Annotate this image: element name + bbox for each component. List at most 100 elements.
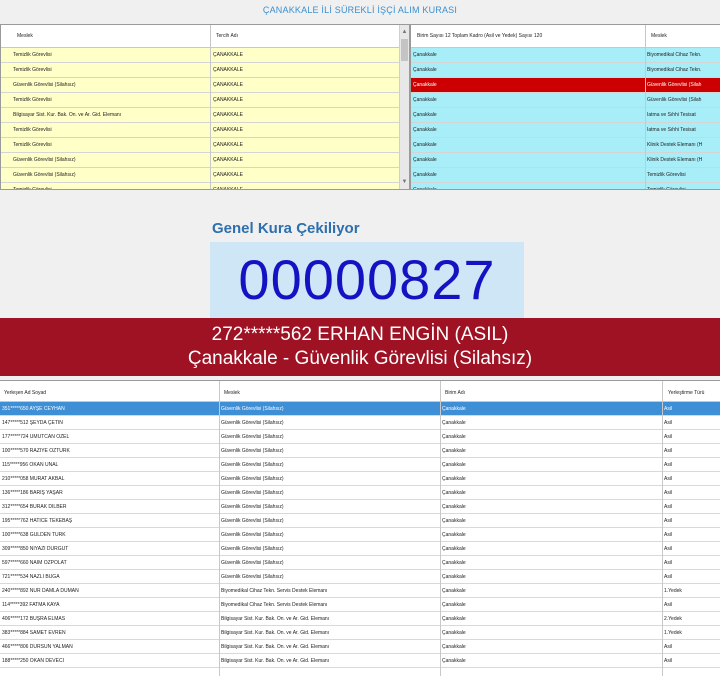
- results-grid-row[interactable]: 240*****892 NUR DAMLA DUMAN Biyomedikal C…: [0, 584, 720, 598]
- left-grid-row[interactable]: Temizlik Görevlisi ÇANAKKALE: [1, 63, 409, 78]
- right-grid-row[interactable]: Çanakkale Iatma ve Sıhhi Tesisat: [411, 123, 720, 138]
- results-grid-row[interactable]: 115*****956 OKAN ÜNAL Güvenlik Görevlisi …: [0, 458, 720, 472]
- results-grid-cell: 100*****638 GÜLDEN TÜRK: [2, 532, 66, 538]
- results-grid-row[interactable]: 721*****534 NAZLI BUĞA Güvenlik Görevlisi…: [0, 570, 720, 584]
- results-grid-row[interactable]: 136*****186 BARIŞ YAŞAR Güvenlik Görevlis…: [0, 486, 720, 500]
- right-grid-row[interactable]: Çanakkale Güvenlik Görevlisi (Silah: [411, 93, 720, 108]
- results-header-tur[interactable]: Yerleştirme Türü: [668, 390, 704, 396]
- right-grid-row[interactable]: Çanakkale Temizlik Görevlisi: [411, 168, 720, 183]
- results-grid-row[interactable]: 210*****058 MURAT AKBAL Güvenlik Görevlis…: [0, 472, 720, 486]
- results-grid-cell: 466*****806 DURSUN YALMAN: [2, 644, 73, 650]
- right-grid-row[interactable]: Çanakkale Klinik Destek Elemanı (H: [411, 153, 720, 168]
- results-grid-row[interactable]: 188*****250 OKAN DEVECİ Bilgisayar Sist. …: [0, 654, 720, 668]
- left-grid-row[interactable]: Temizlik Görevlisi ÇANAKKALE: [1, 48, 409, 63]
- results-grid-cell: Çanakkale: [442, 658, 466, 664]
- results-grid-row[interactable]: 466*****806 DURSUN YALMAN Bilgisayar Sist…: [0, 640, 720, 654]
- left-header-meslek[interactable]: Meslek: [17, 33, 33, 39]
- left-grid-cell: Temizlik Görevlisi: [13, 52, 52, 58]
- results-grid-cell: Asil: [664, 462, 673, 468]
- results-grid-row[interactable]: 100*****638 GÜLDEN TÜRK Güvenlik Görevlis…: [0, 528, 720, 542]
- left-grid-row[interactable]: Temizlik Görevlisi ÇANAKKALE: [1, 183, 409, 189]
- right-grid-cell: Güvenlik Görevlisi (Silah: [647, 97, 702, 103]
- results-grid-cell: Asil: [664, 490, 673, 496]
- results-grid-cell: Güvenlik Görevlisi (Silahsız): [221, 406, 284, 412]
- results-header-meslek[interactable]: Meslek: [224, 390, 240, 396]
- left-grid-cell: Temizlik Görevlisi: [13, 127, 52, 133]
- scroll-thumb[interactable]: [401, 39, 408, 61]
- right-grid-cell: Çanakkale: [413, 52, 437, 58]
- left-grid-row[interactable]: Güvenlik Görevlisi (Silahsız) ÇANAKKALE: [1, 78, 409, 93]
- left-grid-row[interactable]: Temizlik Görevlisi ÇANAKKALE: [1, 138, 409, 153]
- left-grid-row[interactable]: Güvenlik Görevlisi (Silahsız) ÇANAKKALE: [1, 168, 409, 183]
- right-grid-row[interactable]: Çanakkale Biyomedikal Cihaz Tekn.: [411, 48, 720, 63]
- column-divider: [645, 25, 646, 189]
- left-header-tercih[interactable]: Tercih Adı: [216, 33, 238, 39]
- right-grid-row[interactable]: Çanakkale Biyomedikal Cihaz Tekn.: [411, 63, 720, 78]
- left-grid-row[interactable]: Temizlik Görevlisi ÇANAKKALE: [1, 93, 409, 108]
- left-grid[interactable]: Meslek Tercih Adı Temizlik Görevlisi ÇANA…: [0, 24, 410, 190]
- right-header-birim[interactable]: Birim Sayısı 12 Toplam Kadro (Asil ve Ye…: [417, 33, 542, 39]
- left-grid-cell: ÇANAKKALE: [213, 142, 244, 148]
- results-grid-cell: Çanakkale: [442, 518, 466, 524]
- results-grid-row[interactable]: 597*****660 NAİM ÖZPOLAT Güvenlik Görevli…: [0, 556, 720, 570]
- results-grid-cell: Çanakkale: [442, 644, 466, 650]
- results-grid-cell: Asil: [664, 602, 673, 608]
- results-grid-cell: Çanakkale: [442, 476, 466, 482]
- right-grid-cell: Çanakkale: [413, 172, 437, 178]
- results-grid-cell: 177*****724 UMUTCAN ÖZEL: [2, 434, 70, 440]
- results-grid-cell: Çanakkale: [442, 448, 466, 454]
- right-grid-row[interactable]: Çanakkale Klinik Destek Elemanı (H: [411, 138, 720, 153]
- results-grid-cell: Çanakkale: [442, 532, 466, 538]
- results-grid-row[interactable]: 351*****650 AYŞE CEYHAN Güvenlik Görevlis…: [0, 402, 720, 416]
- left-grid-cell: ÇANAKKALE: [213, 97, 244, 103]
- right-grid-row[interactable]: Çanakkale Temizlik Görevlisi: [411, 183, 720, 189]
- results-header-birim[interactable]: Birim Adı: [445, 390, 465, 396]
- results-grid-row[interactable]: 177*****724 UMUTCAN ÖZEL Güvenlik Görevli…: [0, 430, 720, 444]
- right-grid-cell: Güvenlik Görevlisi (Silah: [647, 82, 702, 88]
- right-grid-cell: Çanakkale: [413, 142, 437, 148]
- results-grid-row[interactable]: 312*****654 BURAK DİLBER Güvenlik Görevli…: [0, 500, 720, 514]
- right-grid-cell: Çanakkale: [413, 67, 437, 73]
- results-grid-cell: Güvenlik Görevlisi (Silahsız): [221, 574, 284, 580]
- left-scrollbar[interactable]: ▲ ▼: [399, 25, 409, 189]
- results-grid-cell: Çanakkale: [442, 462, 466, 468]
- right-grid-cell: Çanakkale: [413, 127, 437, 133]
- results-grid-cell: 147*****512 ŞEYDA ÇETİN: [2, 420, 63, 426]
- column-divider: [210, 25, 211, 189]
- results-grid-cell: 2.Yedek: [664, 616, 682, 622]
- results-grid-row[interactable]: 100*****570 RAZİYE ÖZTÜRK Güvenlik Görevl…: [0, 444, 720, 458]
- results-grid-cell: Çanakkale: [442, 560, 466, 566]
- results-grid-cell: 188*****250 OKAN DEVECİ: [2, 658, 64, 664]
- left-grid-cell: Temizlik Görevlisi: [13, 97, 52, 103]
- results-grid-row[interactable]: 309*****850 NİYAZİ DURGUT Güvenlik Görevl…: [0, 542, 720, 556]
- results-grid[interactable]: Yerleşen Ad Soyad Meslek Birim Adı Yerle…: [0, 380, 720, 676]
- results-grid-cell: Güvenlik Görevlisi (Silahsız): [221, 448, 284, 454]
- scroll-up-arrow-icon[interactable]: ▲: [400, 27, 409, 37]
- results-grid-row[interactable]: 195*****762 HATİCE TEKEBAŞ Güvenlik Görev…: [0, 514, 720, 528]
- winner-line-2: Çanakkale - Güvenlik Görevlisi (Silahsız…: [187, 348, 533, 369]
- left-grid-row[interactable]: Bilgisayar Sist. Kur. Bak. On. ve Ar. Gi…: [1, 108, 409, 123]
- results-grid-row[interactable]: 114*****392 FATMA KAYA Biyomedikal Cihaz …: [0, 598, 720, 612]
- left-grid-row[interactable]: Güvenlik Görevlisi (Silahsız) ÇANAKKALE: [1, 153, 409, 168]
- results-grid-cell: 210*****058 MURAT AKBAL: [2, 476, 65, 482]
- results-grid-row[interactable]: 147*****512 ŞEYDA ÇETİN Güvenlik Görevlis…: [0, 416, 720, 430]
- left-grid-cell: Güvenlik Görevlisi (Silahsız): [13, 82, 76, 88]
- right-grid-body: Çanakkale Biyomedikal Cihaz Tekn. Çanakkal…: [411, 48, 720, 189]
- column-divider: [662, 381, 663, 676]
- results-grid-cell: Asil: [664, 406, 673, 412]
- results-grid-cell: Çanakkale: [442, 630, 466, 636]
- right-grid[interactable]: Birim Sayısı 12 Toplam Kadro (Asil ve Ye…: [410, 24, 720, 190]
- results-grid-cell: Güvenlik Görevlisi (Silahsız): [221, 434, 284, 440]
- results-grid-cell: 1.Yedek: [664, 588, 682, 594]
- results-grid-row[interactable]: 406*****172 BÜŞRA ELMAS Bilgisayar Sist. …: [0, 612, 720, 626]
- right-grid-row[interactable]: Çanakkale Güvenlik Görevlisi (Silah: [411, 78, 720, 93]
- scroll-down-arrow-icon[interactable]: ▼: [400, 177, 409, 187]
- results-grid-cell: Çanakkale: [442, 434, 466, 440]
- right-grid-row[interactable]: Çanakkale Iatma ve Sıhhi Tesisat: [411, 108, 720, 123]
- left-grid-row[interactable]: Temizlik Görevlisi ÇANAKKALE: [1, 123, 409, 138]
- results-header-name[interactable]: Yerleşen Ad Soyad: [4, 390, 46, 396]
- results-grid-cell: Güvenlik Görevlisi (Silahsız): [221, 504, 284, 510]
- results-grid-row[interactable]: 383*****884 SAMET EVREN Bilgisayar Sist. …: [0, 626, 720, 640]
- right-header-meslek[interactable]: Meslek: [651, 33, 667, 39]
- right-grid-cell: Çanakkale: [413, 157, 437, 163]
